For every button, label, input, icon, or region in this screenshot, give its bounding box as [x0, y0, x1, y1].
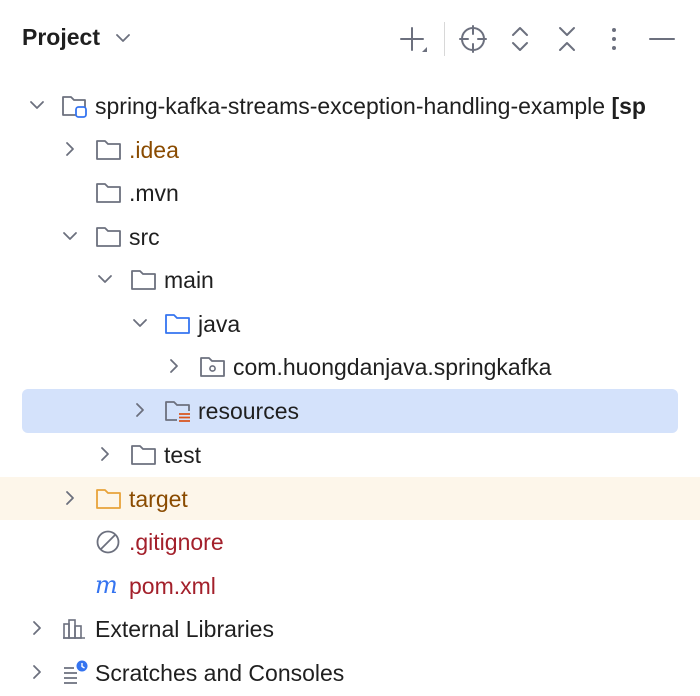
chevron-right-icon[interactable]	[132, 402, 148, 418]
external-libraries-label: External Libraries	[95, 616, 274, 642]
folder-icon	[96, 183, 121, 203]
chevron-right-icon[interactable]	[62, 141, 78, 157]
expand-all-icon[interactable]	[503, 22, 537, 56]
svg-text:m: m	[95, 573, 118, 599]
target-folder-label: target	[129, 486, 188, 512]
root-module-label: spring-kafka-streams-exception-handling-…	[95, 93, 646, 119]
locate-file-icon[interactable]	[456, 22, 490, 56]
add-icon[interactable]	[396, 22, 430, 56]
gitignore-file-label: .gitignore	[129, 529, 224, 555]
tree-row-mvn[interactable]: .mvn	[0, 171, 700, 214]
chevron-down-icon[interactable]	[97, 271, 113, 287]
tree-row-main[interactable]: main	[0, 258, 700, 301]
chevron-down-icon[interactable]	[29, 97, 45, 113]
folder-icon	[96, 140, 121, 160]
toolbar-separator	[444, 22, 445, 56]
excluded-folder-icon	[96, 489, 121, 509]
more-options-icon[interactable]	[597, 22, 631, 56]
tree-row-gitignore[interactable]: .gitignore	[0, 520, 700, 563]
chevron-right-icon[interactable]	[29, 664, 45, 680]
chevron-right-icon[interactable]	[29, 620, 45, 636]
chevron-down-icon[interactable]	[132, 315, 148, 331]
root-module-suffix: [sp	[611, 93, 646, 119]
mvn-folder-label: .mvn	[129, 180, 179, 206]
tree-row-target[interactable]: target	[0, 477, 700, 520]
idea-folder-label: .idea	[129, 137, 179, 163]
gitignore-file-icon	[96, 530, 120, 554]
folder-icon	[131, 270, 156, 290]
chevron-down-icon[interactable]	[62, 228, 78, 244]
folder-icon	[96, 227, 121, 247]
java-folder-label: java	[198, 311, 241, 337]
tree-row-idea[interactable]: .idea	[0, 128, 700, 171]
project-tool-window-header: Project	[0, 0, 700, 80]
tree-row-external-libraries[interactable]: External Libraries	[0, 607, 700, 650]
tree-row-package[interactable]: com.huongdanjava.springkafka	[0, 345, 700, 388]
tree-row-root-module[interactable]: spring-kafka-streams-exception-handling-…	[0, 84, 700, 127]
resources-root-folder-icon	[165, 401, 191, 423]
pom-file-label: pom.xml	[129, 573, 216, 599]
source-root-folder-icon	[165, 314, 190, 334]
scratches-icon	[64, 660, 88, 684]
chevron-right-icon[interactable]	[97, 446, 113, 462]
chevron-down-icon[interactable]	[115, 30, 131, 46]
chevron-right-icon[interactable]	[166, 358, 182, 374]
external-libraries-icon	[63, 619, 85, 639]
tree-row-src[interactable]: src	[0, 215, 700, 258]
project-view-title[interactable]: Project	[22, 24, 100, 51]
maven-pom-icon: m	[95, 573, 118, 599]
main-folder-label: main	[164, 267, 214, 293]
folder-icon	[131, 445, 156, 465]
tree-row-test[interactable]: test	[0, 433, 700, 476]
tree-row-pom[interactable]: m pom.xml	[0, 564, 700, 607]
collapse-all-icon[interactable]	[550, 22, 584, 56]
hide-icon[interactable]	[645, 22, 679, 56]
module-folder-icon	[62, 96, 87, 118]
package-label: com.huongdanjava.springkafka	[233, 354, 552, 380]
tree-row-resources[interactable]: resources	[0, 389, 700, 432]
test-folder-label: test	[164, 442, 202, 468]
src-folder-label: src	[129, 224, 160, 250]
scratches-label: Scratches and Consoles	[95, 660, 345, 686]
resources-folder-label: resources	[198, 398, 299, 424]
chevron-right-icon[interactable]	[62, 490, 78, 506]
package-icon	[200, 357, 225, 377]
tree-row-scratches[interactable]: Scratches and Consoles	[0, 651, 700, 694]
root-module-name: spring-kafka-streams-exception-handling-…	[95, 93, 606, 119]
tree-row-java[interactable]: java	[0, 302, 700, 345]
